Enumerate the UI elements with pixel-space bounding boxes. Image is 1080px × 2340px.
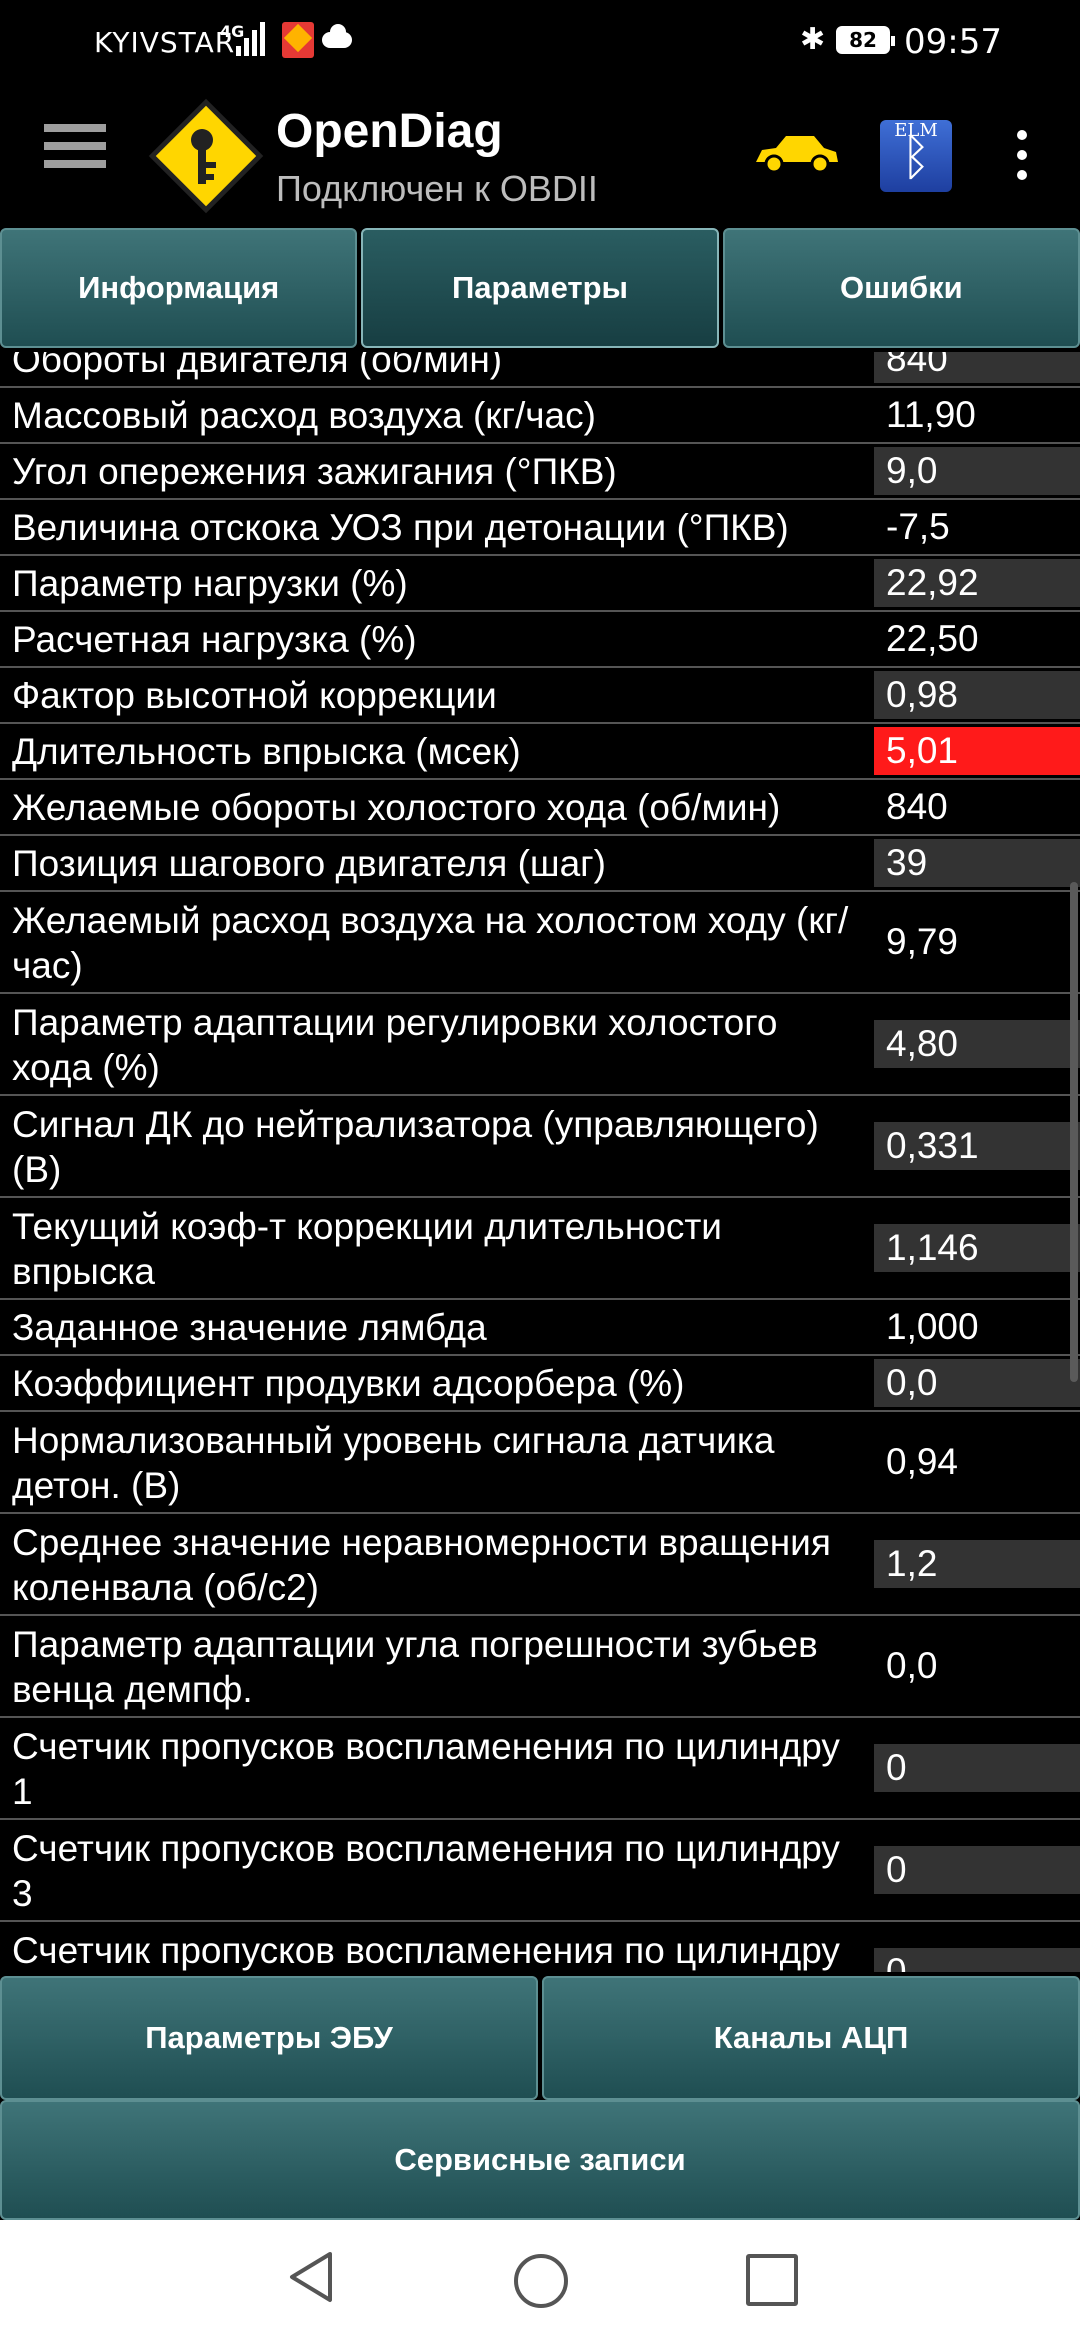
tab-information[interactable]: Информация [0, 228, 358, 348]
app-title: OpenDiag [276, 105, 503, 158]
param-name: Текущий коэф-т коррекции длительности вп… [12, 1206, 722, 1292]
param-name: Параметр нагрузки (%) [12, 563, 408, 604]
bluetooth-icon: ✱ [800, 22, 826, 57]
list-item: Расчетная нагрузка (%) 22,50 [0, 612, 1080, 668]
recents-icon[interactable] [746, 2254, 798, 2306]
param-name: Обороты двигателя (об/мин) [12, 352, 503, 380]
bottom-button-row: Параметры ЭБУ Каналы АЦП [0, 1976, 1080, 2100]
param-name: Параметр адаптации угла погрешности зубь… [12, 1624, 818, 1710]
param-name: Счетчик пропусков воспламенения по цилин… [12, 1828, 840, 1914]
param-value: 840 [874, 352, 1080, 386]
list-item: Параметр адаптации угла погрешности зубь… [0, 1616, 1080, 1718]
list-item: Длительность впрыска (мсек) 5,01 [0, 724, 1080, 780]
scrollbar[interactable] [1070, 882, 1078, 1382]
param-value: 0,0 [886, 1645, 938, 1686]
list-item: Позиция шагового двигателя (шаг) 39 [0, 836, 1080, 892]
param-value-alert: 5,01 [874, 724, 1080, 778]
list-item: Заданное значение лямбда 1,000 [0, 1300, 1080, 1356]
list-item: Фактор высотной коррекции 0,98 [0, 668, 1080, 724]
param-value: 9,0 [874, 444, 1080, 498]
list-item: Величина отскока УОЗ при детонации (°ПКВ… [0, 500, 1080, 556]
back-icon[interactable] [286, 2250, 336, 2304]
list-item: Счетчик пропусков воспламенения по цилин… [0, 1922, 1080, 1972]
param-name: Массовый расход воздуха (кг/час) [12, 395, 596, 436]
param-name: Величина отскока УОЗ при детонации (°ПКВ… [12, 507, 789, 548]
list-item: Сигнал ДК до нейтрализатора (управляющег… [0, 1096, 1080, 1198]
ecu-params-button[interactable]: Параметры ЭБУ [0, 1976, 538, 2100]
bottom-button-row-2: Сервисные записи [0, 2100, 1080, 2220]
connection-status: Подключен к OBDII [276, 168, 598, 209]
tab-errors[interactable]: Ошибки [722, 228, 1080, 348]
home-icon[interactable] [514, 2254, 568, 2308]
param-value: 11,90 [886, 394, 976, 435]
param-name: Параметр адаптации регулировки холостого… [12, 1002, 778, 1088]
elm-bluetooth-icon[interactable]: ELM ᛒ [880, 120, 952, 192]
list-item: Счетчик пропусков воспламенения по цилин… [0, 1820, 1080, 1922]
list-item: Нормализованный уровень сигнала датчика … [0, 1412, 1080, 1514]
param-value: 4,80 [874, 994, 1080, 1094]
param-value: 0 [874, 1820, 1080, 1920]
param-value: 0,331 [874, 1096, 1080, 1196]
list-item: Текущий коэф-т коррекции длительности вп… [0, 1198, 1080, 1300]
param-value: 840 [886, 786, 948, 827]
app-bar: OpenDiag Подключен к OBDII ELM ᛒ [0, 86, 1080, 226]
list-item: Коэффициент продувки адсорбера (%) 0,0 [0, 1356, 1080, 1412]
param-value: 9,79 [886, 921, 959, 962]
parameters-list[interactable]: Обороты двигателя (об/мин) 840 Массовый … [0, 352, 1080, 1972]
param-name: Расчетная нагрузка (%) [12, 619, 417, 660]
param-value: 1,146 [874, 1198, 1080, 1298]
adc-channels-button[interactable]: Каналы АЦП [542, 1976, 1080, 2100]
status-bar: KYIVSTAR 4G ✱ 82 09:57 [0, 0, 1080, 86]
list-item: Желаемый расход воздуха на холостом ходу… [0, 892, 1080, 994]
list-item: Среднее значение неравномерности вращени… [0, 1514, 1080, 1616]
param-value: -7,5 [886, 506, 950, 547]
param-value: 0,98 [874, 668, 1080, 722]
menu-icon[interactable] [44, 124, 106, 188]
clock: 09:57 [904, 22, 1002, 62]
param-value: 22,92 [874, 556, 1080, 610]
param-name: Желаемый расход воздуха на холостом ходу… [12, 900, 849, 986]
param-value: 0 [874, 1718, 1080, 1818]
param-name: Угол опережения зажигания (°ПКВ) [12, 451, 617, 492]
service-records-button[interactable]: Сервисные записи [0, 2100, 1080, 2220]
param-value: 1,000 [886, 1306, 979, 1347]
car-icon[interactable] [752, 130, 842, 176]
app-logo-icon [148, 98, 264, 214]
list-item: Массовый расход воздуха (кг/час) 11,90 [0, 388, 1080, 444]
param-value: 0,0 [874, 1356, 1080, 1410]
param-name: Нормализованный уровень сигнала датчика … [12, 1420, 775, 1506]
param-name: Желаемые обороты холостого хода (об/мин) [12, 787, 781, 828]
battery-icon: 82 [836, 26, 895, 54]
more-vertical-icon[interactable] [1014, 130, 1030, 190]
param-name: Позиция шагового двигателя (шаг) [12, 843, 606, 884]
param-name: Счетчик пропусков воспламенения по цилин… [12, 1930, 840, 1971]
signal-icon [236, 20, 265, 56]
system-nav-bar [0, 2220, 1080, 2340]
list-item: Параметр нагрузки (%) 22,92 [0, 556, 1080, 612]
param-name: Заданное значение лямбда [12, 1307, 487, 1348]
param-name: Коэффициент продувки адсорбера (%) [12, 1363, 685, 1404]
param-name: Сигнал ДК до нейтрализатора (управляющег… [12, 1104, 819, 1190]
param-value: 39 [874, 836, 1080, 890]
list-item: Счетчик пропусков воспламенения по цилин… [0, 1718, 1080, 1820]
cloud-icon [322, 24, 352, 48]
tab-parameters[interactable]: Параметры [361, 228, 719, 348]
tab-bar: Информация Параметры Ошибки [0, 228, 1080, 352]
param-name: Фактор высотной коррекции [12, 675, 497, 716]
param-value: 0 [874, 1922, 1080, 1972]
carrier-name: KYIVSTAR [94, 26, 236, 59]
list-item: Обороты двигателя (об/мин) 840 [0, 352, 1080, 388]
list-item: Желаемые обороты холостого хода (об/мин)… [0, 780, 1080, 836]
param-name: Счетчик пропусков воспламенения по цилин… [12, 1726, 840, 1812]
yandex-app-icon [282, 22, 314, 58]
param-name: Среднее значение неравномерности вращени… [12, 1522, 831, 1608]
param-value: 1,2 [874, 1514, 1080, 1614]
list-item: Угол опережения зажигания (°ПКВ) 9,0 [0, 444, 1080, 500]
list-item: Параметр адаптации регулировки холостого… [0, 994, 1080, 1096]
param-name: Длительность впрыска (мсек) [12, 731, 521, 772]
param-value: 0,94 [886, 1441, 959, 1482]
param-value: 22,50 [886, 618, 979, 659]
